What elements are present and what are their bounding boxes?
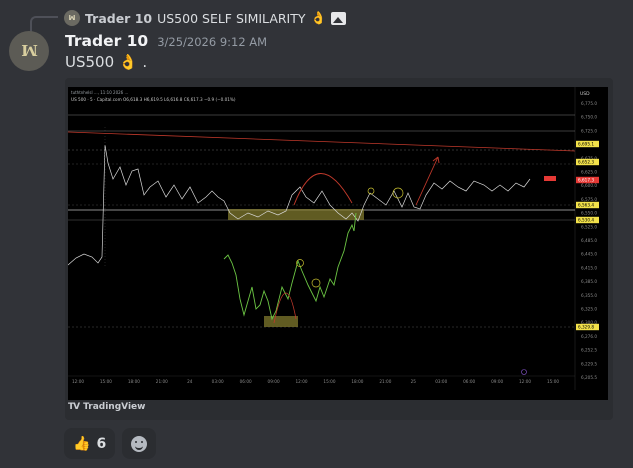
avatar[interactable]: ꟽ — [9, 31, 49, 71]
time-tick-label: 12:00 — [72, 379, 84, 384]
message-content: US500 👌 . — [65, 53, 147, 71]
price-tick-label: 6,385.0 — [581, 279, 597, 284]
time-tick-label: 18:00 — [351, 379, 363, 384]
tradingview-brand: TradingView — [83, 402, 146, 412]
tradingview-event-icon — [521, 369, 527, 375]
time-tick-label: 12:00 — [295, 379, 307, 384]
add-reaction-button[interactable] — [122, 428, 157, 459]
timestamp: 3/25/2026 9:12 AM — [157, 35, 268, 49]
message-text: US500 — [65, 53, 115, 71]
price-tick-label: 6,750.0 — [581, 115, 597, 120]
tradingview-chart[interactable]: tuthtnhelsl ..., 11:10 2026 ... US 500 · … — [68, 87, 608, 400]
arc-pattern — [293, 173, 353, 206]
thumbs-up-emoji: 👍 — [73, 435, 91, 452]
fractal-support-zone — [264, 316, 298, 327]
price-tick-label: 6,575.0 — [581, 197, 597, 202]
time-tick-label: 03:00 — [212, 379, 224, 384]
price-tick-label: 6,276.0 — [581, 334, 597, 339]
pivot-marker — [392, 187, 404, 199]
reply-context[interactable]: ꟽ Trader 10 US500 SELF SIMILARITY 👌 — [64, 8, 347, 28]
image-attachment[interactable]: tuthtnhelsl ..., 11:10 2026 ... US 500 · … — [65, 78, 613, 420]
reactions-bar: 👍 6 — [64, 428, 157, 459]
price-tick-label: 6,775.0 — [581, 101, 597, 106]
time-tick-label: 09:00 — [491, 379, 503, 384]
price-tick-label: 6,600.0 — [581, 183, 597, 188]
price-tag-label: 6,652.3 — [578, 160, 594, 165]
time-tick-label: 25 — [411, 379, 417, 384]
price-tag-label: 6,530.4 — [578, 218, 594, 223]
message-suffix: . — [142, 53, 148, 71]
time-tick-label: 15:00 — [100, 379, 112, 384]
time-tick-label: 06:00 — [240, 379, 252, 384]
last-price-marker — [544, 176, 556, 181]
fractal-line — [223, 212, 357, 321]
price-tick-label: 6,485.0 — [581, 238, 597, 243]
price-tick-label: 6,355.0 — [581, 293, 597, 298]
time-tick-label: 09:00 — [268, 379, 280, 384]
support-zone — [228, 209, 364, 220]
reaction-thumbs-up[interactable]: 👍 6 — [64, 428, 116, 459]
pivot-marker — [311, 278, 321, 288]
time-tick-label: 18:00 — [128, 379, 140, 384]
price-tick-label: 6,445.0 — [581, 252, 597, 257]
price-tick-label: 6,415.0 — [581, 265, 597, 270]
price-tick-label: 6,550.0 — [581, 211, 597, 216]
price-tick-label: 6,229.5 — [581, 361, 597, 366]
reply-text[interactable]: US500 SELF SIMILARITY — [157, 11, 305, 26]
smiley-icon — [131, 435, 148, 452]
ok-hand-emoji: 👌 — [118, 53, 138, 71]
author-name[interactable]: Trader 10 — [65, 32, 148, 50]
price-tick-label: 6,252.5 — [581, 348, 597, 353]
price-tick-label: 6,205.5 — [581, 375, 597, 380]
time-tick-label: 12:00 — [519, 379, 531, 384]
tradingview-footer: TV TradingView — [68, 402, 145, 412]
trendline — [68, 131, 576, 152]
projection-arrow — [415, 156, 439, 206]
price-tag-label: 6,563.4 — [578, 203, 594, 208]
price-tag-label: 6,695.1 — [578, 142, 594, 147]
time-tick-label: 24 — [187, 379, 193, 384]
time-tick-label: 06:00 — [463, 379, 475, 384]
reply-connector — [30, 16, 58, 32]
time-tick-label: 15:00 — [323, 379, 335, 384]
price-tick-label: 6,325.0 — [581, 307, 597, 312]
time-tick-label: 03:00 — [435, 379, 447, 384]
price-tag-label: 6,617.3 — [578, 178, 594, 183]
image-icon — [331, 11, 347, 25]
price-tick-label: 6,725.0 — [581, 128, 597, 133]
chart-header: US 500 · 5 · Capital.com O6,618.3 H6,619… — [71, 97, 236, 102]
reply-avatar[interactable]: ꟽ — [64, 10, 80, 26]
tradingview-logo-icon: TV — [68, 402, 80, 412]
chart-watermark: tuthtnhelsl ..., 11:10 2026 ... — [71, 90, 128, 95]
price-tick-label: 6,625.0 — [581, 170, 597, 175]
currency-label: USD — [580, 91, 590, 97]
ok-hand-emoji: 👌 — [310, 10, 327, 25]
time-tick-label: 21:00 — [379, 379, 391, 384]
reply-author[interactable]: Trader 10 — [85, 11, 152, 26]
time-tick-label: 21:00 — [156, 379, 168, 384]
message-header: Trader 10 3/25/2026 9:12 AM — [65, 32, 267, 50]
reaction-count: 6 — [96, 435, 107, 452]
time-tick-label: 15:00 — [547, 379, 559, 384]
price-tag-label: 6,329.8 — [578, 325, 594, 330]
price-tick-label: 6,525.0 — [581, 224, 597, 229]
pivot-marker — [367, 187, 375, 195]
